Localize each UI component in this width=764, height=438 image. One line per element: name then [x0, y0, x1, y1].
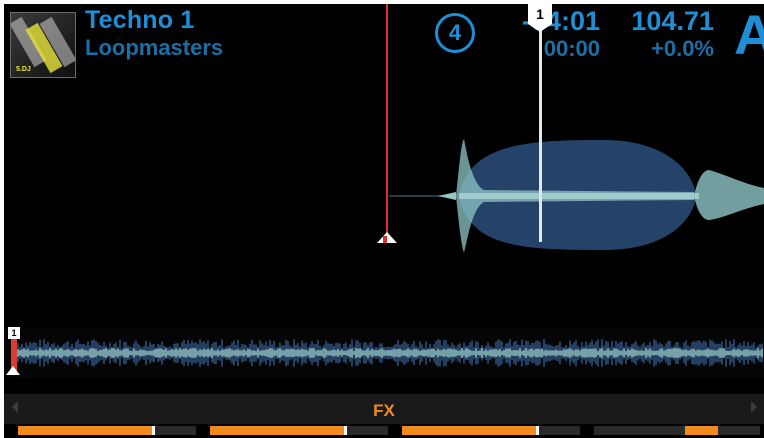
waveform-zoom[interactable]	[4, 74, 764, 319]
fx-knob-2-indicator	[344, 426, 347, 435]
cue-point-flag[interactable]: 1	[528, 4, 552, 24]
waveform-transient-right	[694, 170, 764, 220]
fx-knob-1-fill	[18, 426, 152, 435]
track-title: Techno 1	[85, 6, 195, 34]
beat-counter: 4	[435, 13, 475, 53]
overview-waveform	[17, 339, 763, 367]
overview-playhead-arrow	[6, 366, 20, 375]
fx-label: FX	[373, 401, 395, 420]
fx-knob-3-indicator	[536, 426, 539, 435]
time-elapsed: 00:00	[543, 36, 600, 61]
waveform-graphic	[389, 139, 764, 253]
fx-knob-1-indicator	[152, 426, 155, 435]
bpm-display: 104.71	[631, 6, 714, 36]
track-artist: Loopmasters	[85, 35, 224, 60]
overview-cue-flag: 1	[8, 327, 20, 339]
deck-display: 5.DJ Techno 1 Loopmasters 4 -04:01 00:00…	[4, 4, 764, 438]
fx-knob-3-fill	[402, 426, 536, 435]
fx-knob-4-track	[594, 426, 760, 435]
fx-knob-2-fill	[210, 426, 344, 435]
tempo-offset: +0.0%	[651, 36, 714, 61]
deck-letter: A	[734, 4, 764, 66]
cover-tag: 5.DJ	[16, 66, 31, 73]
fx-knob-4-fill	[685, 426, 718, 435]
playhead-line	[386, 4, 388, 242]
album-cover: 5.DJ	[10, 12, 76, 78]
track-overview[interactable]	[4, 328, 764, 378]
cue-point-line	[539, 28, 542, 242]
fx-level-meters	[4, 426, 764, 436]
playhead-marker	[377, 232, 397, 243]
